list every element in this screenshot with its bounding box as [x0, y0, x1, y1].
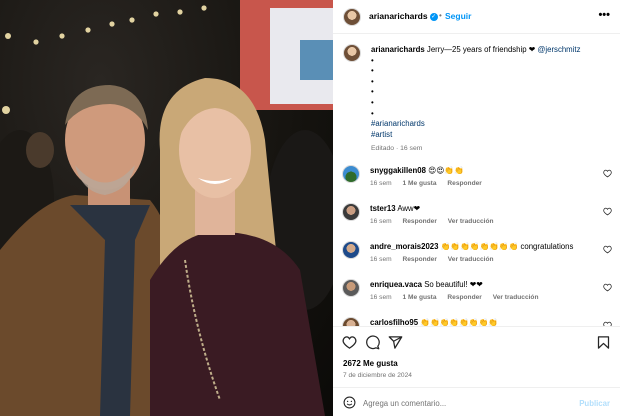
comment-input[interactable]: [363, 395, 563, 411]
comment-item: tster13 Aww❤ 16 sem Responder Ver traduc…: [333, 198, 620, 236]
post-comment-button[interactable]: Publicar: [579, 399, 610, 408]
commenter-avatar[interactable]: [342, 317, 360, 326]
comment-body: tster13 Aww❤: [370, 204, 600, 213]
caption-bullet: •: [371, 66, 374, 76]
hashtag-link[interactable]: #artist: [371, 130, 611, 141]
comment-age: 16 sem: [370, 180, 392, 187]
reply-button[interactable]: Responder: [402, 256, 436, 263]
like-comment-heart-icon[interactable]: [603, 245, 612, 254]
verified-badge-icon: ✓: [429, 12, 438, 21]
caption-author-avatar[interactable]: [343, 44, 361, 62]
post-photo[interactable]: [0, 0, 333, 416]
caption-mention[interactable]: @jerschmitz: [537, 45, 580, 54]
comment-text: Aww❤: [397, 204, 421, 213]
like-comment-heart-icon[interactable]: [603, 283, 612, 292]
post-panel: arianarichards ✓ • Seguir ••• arianaricha…: [333, 0, 620, 416]
see-translation-button[interactable]: Ver traducción: [493, 294, 539, 301]
comment-meta: 16 sem Responder Ver traducción: [370, 218, 503, 225]
add-comment-bar: Publicar: [333, 387, 620, 416]
hashtag-link[interactable]: #arianarichards: [371, 119, 611, 130]
author-username-text[interactable]: arianarichards: [369, 11, 428, 21]
commenter-username[interactable]: snyggakillen08: [370, 166, 426, 175]
comment-text: So beautiful! ❤❤: [424, 280, 483, 289]
author-username[interactable]: arianarichards ✓: [369, 11, 438, 21]
comment-body: enriquea.vaca So beautiful! ❤❤: [370, 280, 600, 289]
comment-meta: 16 sem 1 Me gusta Responder: [370, 180, 491, 187]
comment-text: 👏👏👏👏👏👏👏👏: [420, 318, 498, 326]
commenter-username[interactable]: carlosfilho95: [370, 318, 418, 326]
more-options-icon[interactable]: •••: [598, 9, 610, 21]
photo-illustration: [0, 0, 333, 416]
caption-bullet: •: [371, 55, 374, 65]
see-translation-button[interactable]: Ver traducción: [448, 218, 494, 225]
heart-icon[interactable]: [342, 335, 357, 350]
comment-icon[interactable]: [365, 335, 380, 350]
commenter-avatar[interactable]: [342, 203, 360, 221]
reply-button[interactable]: Responder: [447, 180, 481, 187]
comment-meta: 16 sem Responder Ver traducción: [370, 256, 503, 263]
commenter-avatar[interactable]: [342, 279, 360, 297]
commenter-avatar[interactable]: [342, 241, 360, 259]
reply-button[interactable]: Responder: [447, 294, 481, 301]
see-translation-button[interactable]: Ver traducción: [448, 256, 494, 263]
post-actions: 2672 Me gusta 7 de diciembre de 2024 Pub…: [333, 326, 620, 416]
comment-meta: 16 sem 1 Me gusta Responder Ver traducci…: [370, 294, 548, 301]
caption-author[interactable]: arianarichards: [371, 45, 425, 54]
caption-text: Jerry—25 years of friendship ❤: [426, 45, 536, 54]
commenter-username[interactable]: andre_morais2023: [370, 242, 438, 251]
follow-button[interactable]: Seguir: [445, 11, 471, 21]
bookmark-icon[interactable]: [596, 335, 611, 350]
comment-body: snyggakillen08 😍😍👏👏: [370, 166, 600, 175]
comment-likes[interactable]: 1 Me gusta: [402, 180, 436, 187]
caption-bullet: •: [371, 97, 374, 107]
reply-button[interactable]: Responder: [402, 218, 436, 225]
comment-likes[interactable]: 1 Me gusta: [402, 294, 436, 301]
caption-body: arianarichards Jerry—25 years of friends…: [371, 45, 611, 155]
comment-item: enriquea.vaca So beautiful! ❤❤ 16 sem 1 …: [333, 274, 620, 312]
like-comment-heart-icon[interactable]: [603, 169, 612, 178]
caption-bullet: •: [371, 108, 374, 118]
comment-item: snyggakillen08 😍😍👏👏 16 sem 1 Me gusta Re…: [333, 160, 620, 198]
commenter-username[interactable]: enriquea.vaca: [370, 280, 422, 289]
comment-item: carlosfilho95 👏👏👏👏👏👏👏👏: [333, 312, 620, 326]
author-avatar[interactable]: [343, 8, 361, 26]
comment-body: andre_morais2023 👏👏👏👏👏👏👏👏 congratulation…: [370, 242, 600, 251]
commenter-avatar[interactable]: [342, 165, 360, 183]
commenter-username[interactable]: tster13: [370, 204, 396, 213]
like-count[interactable]: 2672 Me gusta: [343, 359, 398, 368]
comment-age: 16 sem: [370, 256, 392, 263]
share-icon[interactable]: [388, 335, 403, 350]
caption-meta: Editado · 16 sem: [371, 145, 423, 153]
comment-text: 😍😍👏👏: [428, 166, 464, 175]
comment-age: 16 sem: [370, 218, 392, 225]
post-date: 7 de diciembre de 2024: [343, 372, 412, 379]
comment-item: andre_morais2023 👏👏👏👏👏👏👏👏 congratulation…: [333, 236, 620, 274]
comment-text: 👏👏👏👏👏👏👏👏 congratulations: [440, 242, 574, 251]
separator-dot: •: [439, 11, 442, 20]
emoji-icon[interactable]: [343, 396, 356, 409]
caption-bullet: •: [371, 87, 374, 97]
comment-list[interactable]: snyggakillen08 😍😍👏👏 16 sem 1 Me gusta Re…: [333, 160, 620, 326]
comment-age: 16 sem: [370, 294, 392, 301]
like-comment-heart-icon[interactable]: [603, 207, 612, 216]
caption-bullet: •: [371, 76, 374, 86]
comment-body: carlosfilho95 👏👏👏👏👏👏👏👏: [370, 318, 600, 326]
post-header: arianarichards ✓ • Seguir •••: [333, 0, 620, 34]
